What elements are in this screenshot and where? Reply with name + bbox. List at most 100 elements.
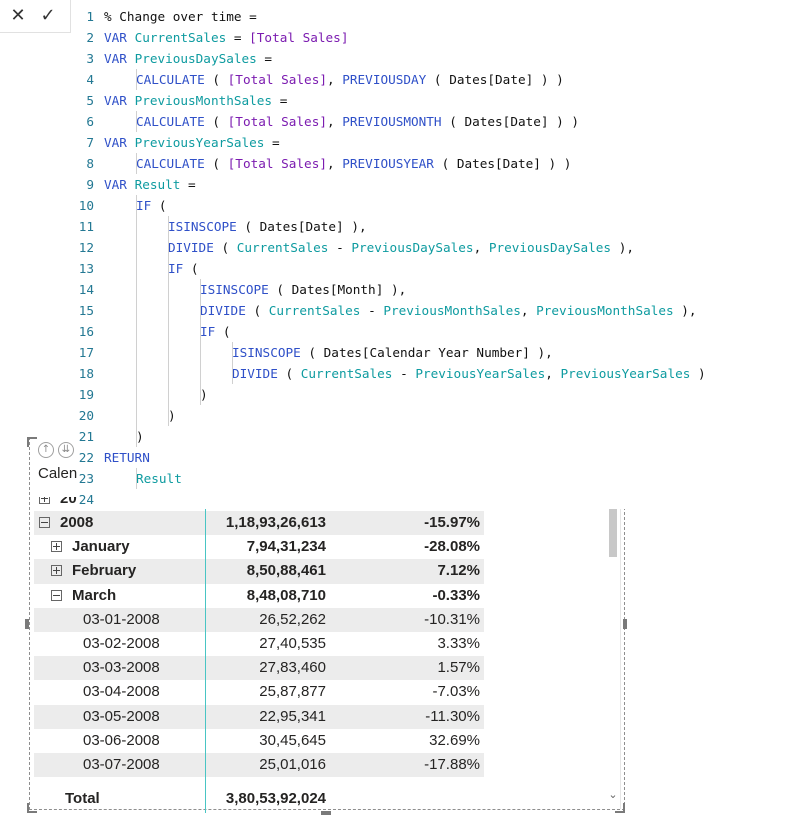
indent-guide [200,384,201,405]
code-line[interactable]: 10 IF ( [77,195,788,216]
row-label: 03-05-2008 [83,707,160,725]
matrix-row[interactable]: 2008 1,18,93,26,613 -15.97% [34,511,484,536]
code-text: ) [168,405,176,426]
matrix-row[interactable]: 03-07-2008 25,01,016 -17.88% [34,752,484,778]
pct-change-cell: -11.30% [425,707,480,725]
code-token: RETURN [104,450,150,465]
code-line[interactable]: 15 DIVIDE ( CurrentSales - PreviousMonthS… [77,300,788,321]
code-token: VAR [104,93,135,108]
resize-handle-bottom[interactable] [321,811,331,815]
code-token: ) [200,387,208,402]
scrollbar-thumb[interactable] [609,505,617,557]
formula-bar[interactable]: ✕ ✓ 1 % Change over time = 2 VAR CurrentSal… [0,0,788,509]
code-line[interactable]: 8 CALCULATE ( [Total Sales], PREVIOUSYEAR… [77,153,788,174]
code-token: PREVIOUSDAY [342,72,427,87]
code-token: PreviousDaySales [488,240,612,255]
code-line[interactable]: 7 VAR PreviousYearSales = [77,132,788,153]
line-number: 22 [78,450,94,465]
collapse-icon[interactable] [39,517,50,528]
code-line[interactable]: 22 RETURN [77,447,788,468]
code-line[interactable]: 16 IF ( [77,321,788,342]
expand-icon[interactable] [51,565,62,577]
code-line[interactable]: 20) [77,405,788,426]
code-token: PreviousYearSales [415,366,546,381]
code-token: CurrentSales [236,240,329,255]
indent-guide [136,279,137,300]
matrix-row[interactable]: 03-02-2008 27,40,535 3.33% [34,632,484,656]
code-line[interactable]: 4 CALCULATE ( [Total Sales], PREVIOUSDAY … [77,69,788,90]
code-line[interactable]: 24 [77,489,788,510]
chevron-down-icon[interactable]: ⌄ [607,788,619,801]
row-label: 2008 [60,514,94,531]
expand-icon[interactable] [51,541,62,553]
line-number: 7 [86,135,94,150]
close-icon[interactable]: ✕ [6,4,30,28]
indent-guide [168,279,169,300]
code-token: ( Dates[Month] ), [268,282,407,297]
code-token: ) [168,408,176,423]
collapse-icon[interactable] [51,589,62,601]
indent-guide [200,363,201,384]
code-token: [Total Sales] [227,72,327,87]
indent-guide [136,300,137,321]
code-token: , [473,240,489,255]
line-number: 3 [86,51,94,66]
code-text: ) [200,384,208,405]
pct-change-cell: 32.69% [429,731,480,749]
code-line[interactable]: 6 CALCULATE ( [Total Sales], PREVIOUSMONT… [77,111,788,132]
code-token: - [392,366,416,381]
code-text: DIVIDE ( CurrentSales - PreviousDaySales… [168,237,634,258]
code-line[interactable]: 11 ISINSCOPE ( Dates[Date] ), [77,216,788,237]
line-number: 5 [86,93,94,108]
code-line[interactable]: 17 ISINSCOPE ( Dates[Calendar Year Number… [77,342,788,363]
code-line[interactable]: 23 Result [77,468,788,489]
line-number: 9 [86,177,94,192]
matrix-row[interactable]: January 7,94,31,234 -28.08% [34,535,484,559]
code-token: ), [673,303,697,318]
resize-handle-left[interactable] [25,619,29,629]
line-number: 16 [78,324,94,339]
code-line[interactable]: 5 VAR PreviousMonthSales = [77,90,788,111]
resize-handle-right[interactable] [623,619,627,629]
vertical-scrollbar[interactable]: ⌄ [607,503,619,801]
total-sales-cell: 25,01,016 [259,755,326,773]
indent-guide [168,384,169,405]
code-line[interactable]: 9 VAR Result = [77,174,788,195]
matrix-row[interactable]: 03-04-2008 25,87,877 -7.03% [34,680,484,704]
code-token: [Total Sales] [227,156,327,171]
line-number: 11 [78,219,94,234]
matrix-row[interactable]: 03-01-2008 26,52,262 -10.31% [34,607,484,632]
code-line[interactable]: 18 DIVIDE ( CurrentSales - PreviousYearSa… [77,363,788,384]
indent-guide [168,300,169,321]
code-line[interactable]: 2 VAR CurrentSales = [Total Sales] [77,27,788,48]
indent-guide [136,153,137,174]
code-text: CALCULATE ( [Total Sales], PREVIOUSMONTH… [136,111,579,132]
matrix-row[interactable]: 03-03-2008 27,83,460 1.57% [34,656,484,681]
check-icon[interactable]: ✓ [36,4,60,28]
code-token: - [360,303,384,318]
pct-change-cell: -10.31% [424,610,480,628]
code-token: PREVIOUSYEAR [342,156,434,171]
matrix-table: 20071,41,52,98,90120081,18,93,26,613-15.… [34,497,484,778]
code-line[interactable]: 14 ISINSCOPE ( Dates[Month] ), [77,279,788,300]
matrix-row[interactable]: 03-05-2008 22,95,341 -11.30% [34,704,484,729]
code-line[interactable]: 19) [77,384,788,405]
total-sales-cell: 25,87,877 [259,683,326,701]
code-token: IF [200,324,216,339]
code-line[interactable]: 3 VAR PreviousDaySales = [77,48,788,69]
code-text: CALCULATE ( [Total Sales], PREVIOUSDAY (… [136,69,564,90]
indent-guide [200,279,201,300]
line-number: 14 [78,282,94,297]
matrix-row[interactable]: March 8,48,08,710 -0.33% [34,584,484,608]
dax-code-editor[interactable]: 1 % Change over time = 2 VAR CurrentSales =… [77,6,788,509]
matrix-row[interactable]: February 8,50,88,461 7.12% [34,559,484,584]
code-line[interactable]: 1 % Change over time = [77,6,788,27]
indent-guide [168,405,169,426]
code-line[interactable]: 13 IF ( [77,258,788,279]
indent-guide [136,111,137,132]
pct-change-cell: -28.08% [424,538,480,556]
total-sales-cell: 30,45,645 [259,731,326,749]
code-line[interactable]: 21) [77,426,788,447]
code-line[interactable]: 12 DIVIDE ( CurrentSales - PreviousDaySal… [77,237,788,258]
matrix-row[interactable]: 03-06-2008 30,45,645 32.69% [34,729,484,753]
